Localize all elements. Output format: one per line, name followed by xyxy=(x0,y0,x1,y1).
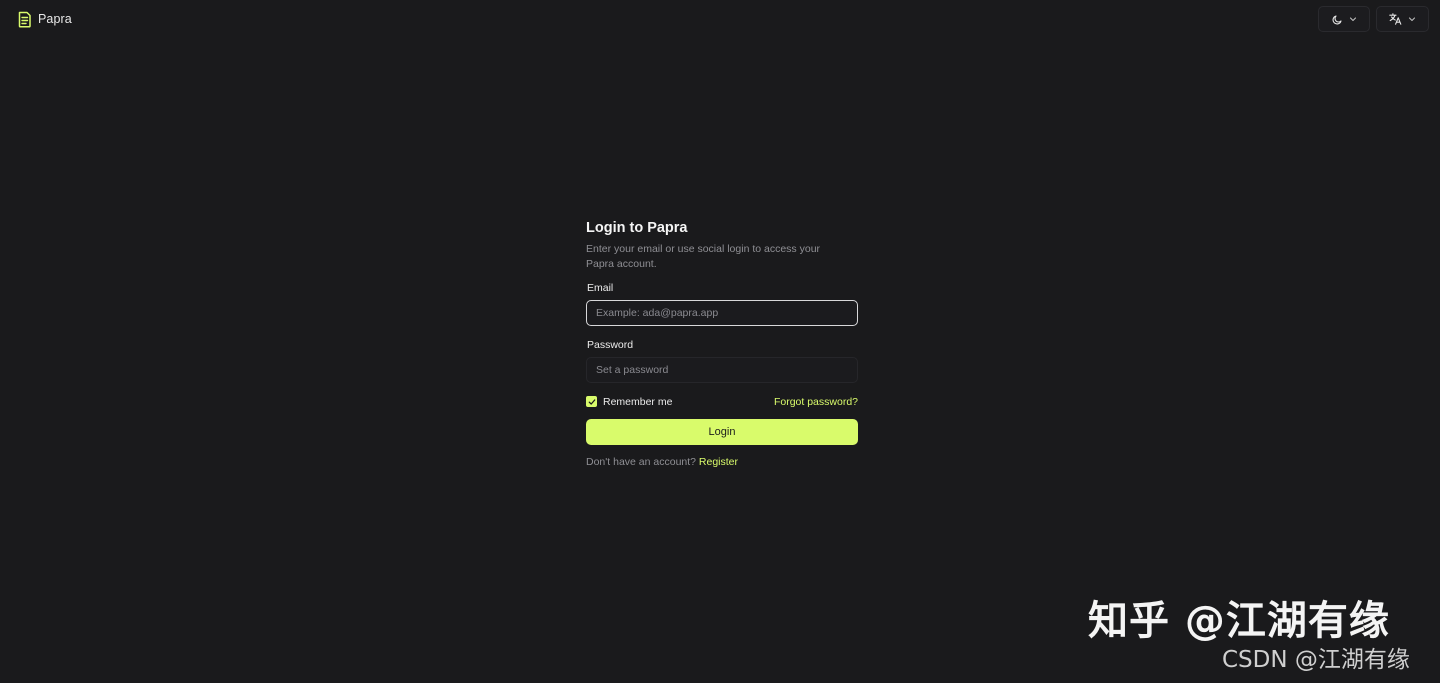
translate-icon xyxy=(1389,13,1402,25)
register-prompt: Don't have an account? Register xyxy=(586,456,738,468)
no-account-text: Don't have an account? xyxy=(586,456,696,468)
login-form: Login to Papra Enter your email or use s… xyxy=(586,219,858,468)
remember-me-label: Remember me xyxy=(603,395,673,408)
app-name: Papra xyxy=(38,12,72,26)
email-field[interactable] xyxy=(586,300,858,326)
checkmark-icon xyxy=(588,393,596,411)
remember-row: Remember me Forgot password? xyxy=(586,394,858,409)
email-label: Email xyxy=(587,282,614,294)
password-field[interactable] xyxy=(586,357,858,383)
watermark-secondary: CSDN @江湖有缘 xyxy=(1222,647,1410,673)
page-title: Login to Papra xyxy=(586,220,688,236)
watermark-primary: 知乎 @江湖有缘 xyxy=(1088,598,1390,644)
chevron-down-icon xyxy=(1349,15,1357,23)
theme-switcher-button[interactable] xyxy=(1318,6,1370,32)
password-label: Password xyxy=(587,339,634,351)
register-link[interactable]: Register xyxy=(699,456,738,468)
app-logo-link[interactable]: Papra xyxy=(17,10,72,28)
page-subtitle: Enter your email or use social login to … xyxy=(586,243,821,270)
papra-document-icon xyxy=(17,11,32,28)
moon-icon xyxy=(1332,14,1343,25)
language-switcher-button[interactable] xyxy=(1376,6,1429,32)
chevron-down-icon xyxy=(1408,15,1416,23)
login-button[interactable]: Login xyxy=(586,419,858,445)
remember-me-toggle[interactable]: Remember me xyxy=(586,396,672,408)
forgot-password-link[interactable]: Forgot password? xyxy=(774,396,858,408)
remember-me-checkbox[interactable] xyxy=(586,396,597,407)
